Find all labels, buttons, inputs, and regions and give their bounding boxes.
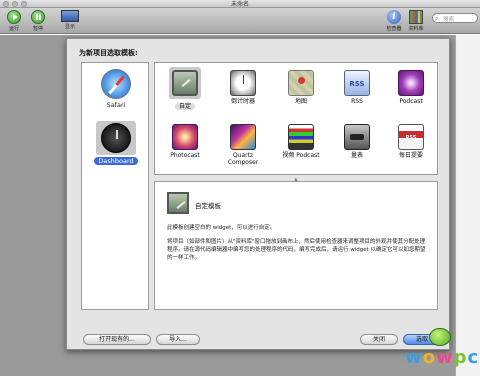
template-video-podcast-label: 视频 Podcast [282, 152, 320, 159]
template-quartz-label: Quartz Composer [227, 152, 259, 166]
category-dashboard[interactable]: Dashboard [88, 121, 144, 165]
countdown-timer-icon [230, 70, 256, 96]
template-rss-label: RSS [351, 98, 363, 105]
template-detail-name: 自定模板 [195, 202, 221, 210]
safari-compass-icon [101, 69, 131, 99]
window-title: 未命名 [230, 1, 249, 8]
window-titlebar: 未命名 [0, 0, 480, 8]
watermark-logo: wowpc [403, 328, 479, 374]
custom-template-icon [167, 192, 189, 214]
template-description-pane: 自定模板 此模板创建空白的 widget，可以进行自定。 将项目（如部件和图片）… [154, 181, 438, 310]
template-grid[interactable]: 自定 倒计时器 地图 RSS RSS Podcast Photocast Qua… [154, 62, 438, 175]
pause-icon [31, 10, 45, 24]
pause-button[interactable]: 暂停 [26, 10, 50, 32]
inspector-label: 检查器 [386, 26, 402, 32]
template-chooser-sheet: 为新项目选取模板: Safari Dashboard 自定 倒计时器 地图 RS… [66, 38, 450, 350]
close-button[interactable]: 关闭 [360, 334, 398, 345]
template-custom[interactable]: 自定 [161, 67, 209, 110]
template-quartz-composer[interactable]: Quartz Composer [219, 124, 267, 166]
dashboard-icon [101, 123, 131, 153]
display-icon [61, 10, 79, 22]
inspector-button[interactable]: i 检查器 [382, 10, 406, 32]
info-icon: i [387, 10, 401, 24]
open-existing-button[interactable]: 打开现有的... [83, 334, 151, 345]
play-icon [7, 10, 21, 24]
template-countdown[interactable]: 倒计时器 [219, 70, 267, 105]
map-icon [288, 70, 314, 96]
sheet-title: 为新项目选取模板: [79, 49, 138, 57]
custom-template-icon [172, 70, 198, 96]
display-label: 显示 [64, 24, 75, 30]
template-gauge[interactable]: 量表 [333, 124, 381, 159]
category-dashboard-label: Dashboard [94, 157, 138, 165]
template-custom-label: 自定 [174, 103, 195, 110]
display-button[interactable]: 显示 [58, 10, 82, 30]
import-button[interactable]: 导入... [156, 334, 200, 345]
template-podcast[interactable]: Podcast [387, 70, 435, 105]
template-map[interactable]: 地图 [277, 70, 325, 105]
search-icon: ⌕ [435, 15, 439, 22]
template-daily-feed-label: 每日提要 [398, 152, 423, 159]
category-safari-label: Safari [106, 101, 126, 109]
category-list[interactable]: Safari Dashboard [81, 62, 149, 310]
video-podcast-icon [288, 124, 314, 150]
daily-feed-icon: RSS [398, 124, 424, 150]
template-video-podcast[interactable]: 视频 Podcast [277, 124, 325, 159]
category-safari[interactable]: Safari [88, 69, 144, 109]
run-button[interactable]: 运行 [2, 10, 26, 32]
rss-icon: RSS [344, 70, 370, 96]
smiley-icon [429, 328, 451, 346]
gauge-icon [344, 124, 370, 150]
template-detail-instructions: 将项目（如部件和图片）从"资料库"窗口拖放到画布上，然后使用检查器来调整项目的外… [167, 239, 426, 261]
library-button[interactable]: 资料库 [404, 10, 428, 32]
template-map-label: 地图 [294, 98, 307, 105]
right-panel [455, 35, 480, 376]
template-rss[interactable]: RSS RSS [333, 70, 381, 105]
podcast-icon [398, 70, 424, 96]
photocast-icon [172, 124, 198, 150]
template-podcast-label: Podcast [399, 98, 423, 105]
pause-label: 暂停 [32, 26, 43, 32]
template-detail-description: 此模板创建空白的 widget，可以进行自定。 [167, 225, 276, 231]
template-daily-feed[interactable]: RSS 每日提要 [387, 124, 435, 159]
template-photocast[interactable]: Photocast [161, 124, 209, 159]
watermark-text: wowpc [405, 347, 480, 368]
library-icon [409, 10, 423, 24]
template-countdown-label: 倒计时器 [230, 98, 255, 105]
library-label: 资料库 [408, 26, 424, 32]
search-field[interactable]: ⌕ 搜索 [432, 13, 478, 23]
template-photocast-label: Photocast [170, 152, 200, 159]
search-placeholder: 搜索 [443, 17, 455, 23]
toolbar: 运行 暂停 显示 i 检查器 资料库 ⌕ 搜索 [0, 8, 480, 34]
template-gauge-label: 量表 [350, 152, 363, 159]
run-label: 运行 [8, 26, 19, 32]
quartz-composer-icon [230, 124, 256, 150]
